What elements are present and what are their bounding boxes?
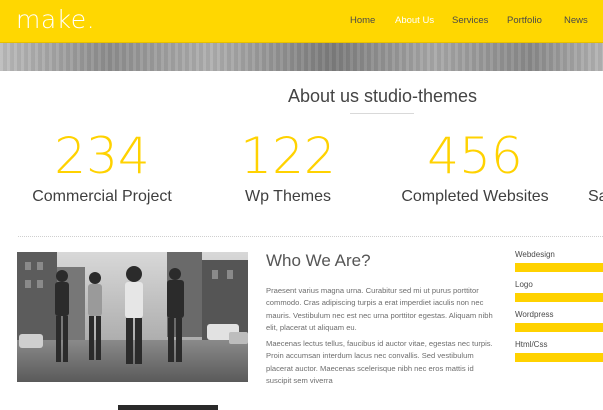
stat-label: Sa [588,188,603,205]
skill-bar-fill [515,293,603,302]
nav-item-services[interactable]: Services [452,15,488,26]
skill-bar-track [515,293,603,302]
skill-html-css: Html/Css [515,339,603,369]
skill-label: Logo [515,280,533,289]
who-paragraph-2: Maecenas lectus tellus, faucibus id auct… [266,339,493,386]
team-photo-illustration [17,252,248,382]
main-nav: Home About Us Services Portfolio News [0,15,603,29]
skill-wordpress: Wordpress [515,309,603,339]
section-divider [18,236,603,237]
skill-webdesign: Webdesign [515,249,603,279]
skill-bar-fill [515,263,603,272]
section-title: About us studio-themes [287,86,478,106]
nav-item-about-us[interactable]: About Us [395,15,434,26]
hero-banner-image [0,43,603,71]
stat-label: Commercial Project [32,188,172,205]
skill-label: Webdesign [515,250,555,259]
next-section-image-edge [118,405,218,410]
skill-label: Wordpress [515,310,554,319]
stat-number: 122 [240,127,336,185]
title-divider [350,113,414,114]
skill-bar-track [515,353,603,362]
skill-bar-track [515,323,603,332]
stat-number [588,128,603,184]
nav-item-portfolio[interactable]: Portfolio [507,15,542,26]
stat-number: 234 [54,127,150,185]
skill-bar-fill [515,353,603,362]
stat-commercial-project: 234 Commercial Project [10,128,194,206]
skill-bar-fill [515,323,603,332]
stat-number: 456 [427,127,523,185]
site-header: make. Home About Us Services Portfolio N… [0,0,603,43]
who-paragraph-1: Praesent varius magna urna. Curabitur se… [266,286,493,333]
who-we-are-title: Who We Are? [266,251,371,270]
stat-label: Completed Websites [401,188,549,205]
stat-completed-websites: 456 Completed Websites [385,128,565,206]
skill-logo: Logo [515,279,603,309]
stat-wp-themes: 122 Wp Themes [198,128,378,206]
skill-bar-track [515,263,603,272]
stat-label: Wp Themes [245,188,331,205]
team-photo [17,252,248,382]
skill-label: Html/Css [515,340,548,349]
stat-partial: Sa [588,128,603,206]
nav-item-home[interactable]: Home [350,15,375,26]
nav-item-news[interactable]: News [564,15,588,26]
skills-panel: Webdesign Logo Wordpress Html/Css [515,249,603,369]
